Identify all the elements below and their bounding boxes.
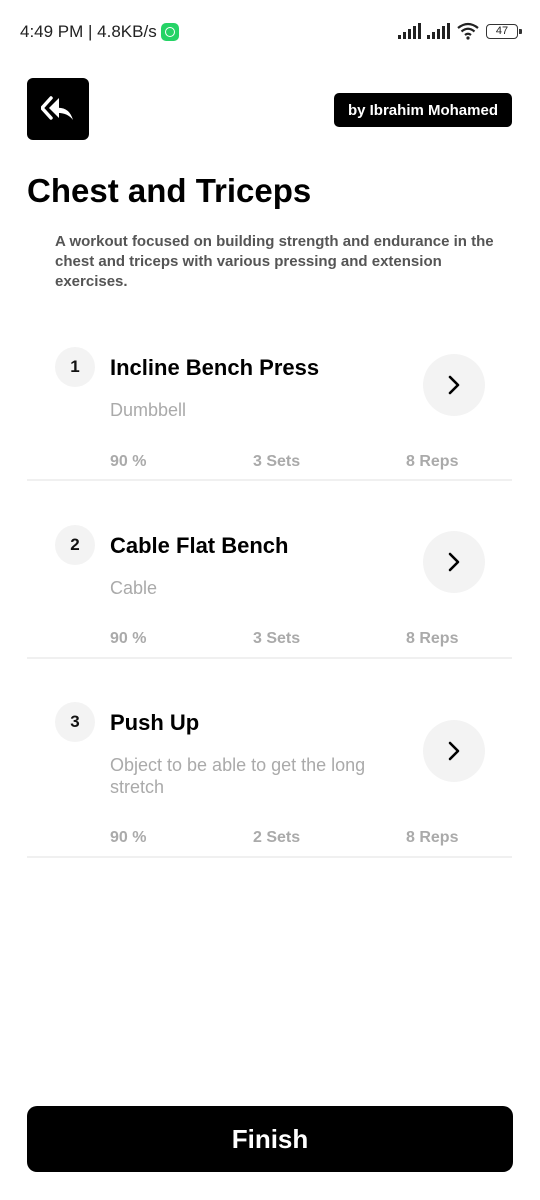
status-bar: 4:49 PM | 4.8KB/s 47 (0, 0, 540, 66)
exercise-card[interactable]: 1 Incline Bench Press Dumbbell 90 % 3 Se… (27, 340, 512, 481)
open-exercise-button[interactable] (423, 531, 485, 593)
reply-all-icon (41, 96, 73, 120)
exercise-number: 3 (55, 702, 95, 742)
exercise-sets: 2 Sets (253, 829, 301, 846)
exercise-card[interactable]: 2 Cable Flat Bench Cable 90 % 3 Sets 8 R… (27, 518, 512, 659)
open-exercise-button[interactable] (423, 720, 485, 782)
exercise-intensity: 90 % (110, 829, 147, 846)
back-button[interactable] (27, 78, 89, 140)
status-time-speed: 4:49 PM | 4.8KB/s (20, 22, 157, 41)
exercise-equipment: Object to be able to get the long stretc… (110, 755, 366, 797)
battery-level: 47 (495, 24, 509, 37)
workout-description: A workout focused on building strength a… (55, 233, 494, 290)
exercise-reps: 8 Reps (406, 829, 459, 846)
open-exercise-button[interactable] (423, 354, 485, 416)
battery-icon: 47 (486, 23, 522, 39)
author-label: by Ibrahim Mohamed (347, 101, 498, 119)
exercise-intensity: 90 % (110, 453, 147, 470)
exercise-equipment: Cable (110, 578, 158, 598)
author-badge: by Ibrahim Mohamed (333, 93, 512, 127)
whatsapp-icon (160, 23, 179, 41)
wifi-icon (457, 22, 479, 40)
finish-label: Finish (231, 1123, 309, 1154)
exercise-equipment: Dumbbell (110, 400, 187, 420)
exercise-reps: 8 Reps (406, 453, 459, 470)
exercise-name: Cable Flat Bench (110, 533, 289, 558)
signal-icon-2 (427, 23, 450, 39)
exercise-number: 1 (55, 347, 95, 387)
chevron-right-icon (448, 552, 460, 572)
chevron-right-icon (448, 741, 460, 761)
finish-button[interactable]: Finish (27, 1106, 513, 1172)
page-title: Chest and Triceps (27, 172, 312, 209)
exercise-name: Push Up (110, 710, 200, 735)
exercise-sets: 3 Sets (253, 630, 301, 647)
exercise-number: 2 (55, 525, 95, 565)
exercise-name: Incline Bench Press (110, 355, 320, 380)
exercise-intensity: 90 % (110, 630, 147, 647)
exercise-card[interactable]: 3 Push Up Object to be able to get the l… (27, 696, 512, 858)
status-right: 47 (398, 22, 522, 40)
signal-icon (398, 23, 421, 39)
exercise-reps: 8 Reps (406, 630, 459, 647)
chevron-right-icon (448, 375, 460, 395)
status-left: 4:49 PM | 4.8KB/s (20, 22, 179, 42)
exercise-sets: 3 Sets (253, 453, 301, 470)
